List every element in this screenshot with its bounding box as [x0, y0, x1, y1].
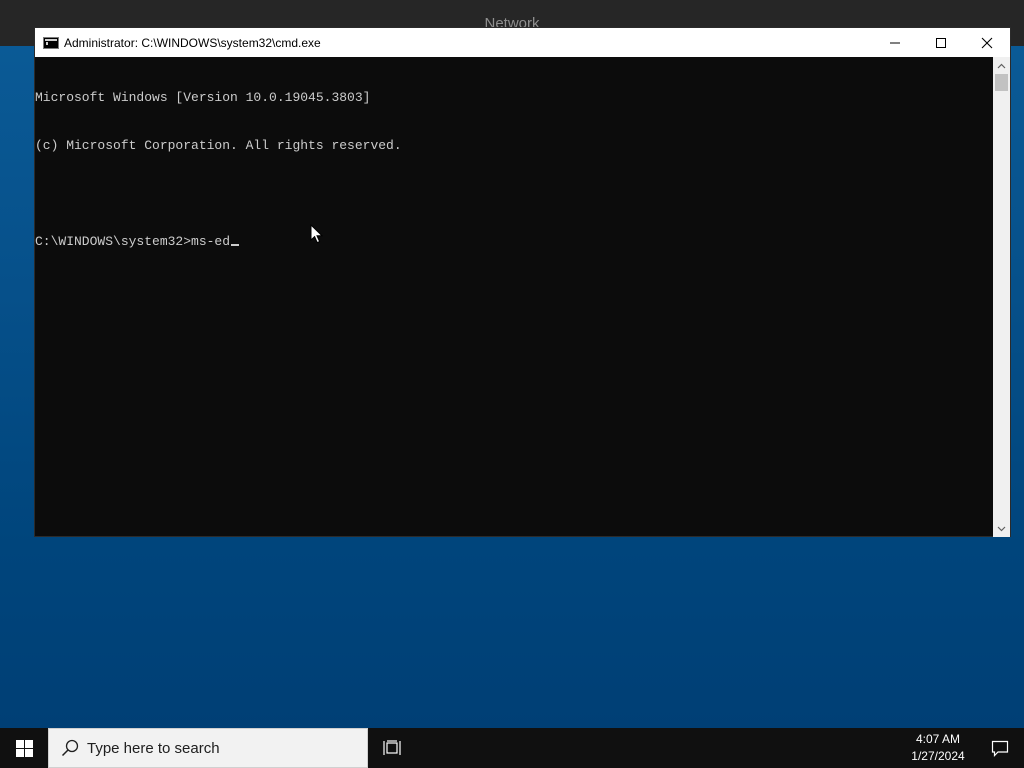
window-title: Administrator: C:\WINDOWS\system32\cmd.e… — [64, 35, 321, 50]
taskbar-clock[interactable]: 4:07 AM 1/27/2024 — [900, 728, 976, 768]
minimize-button[interactable] — [872, 28, 918, 57]
task-view-icon — [383, 740, 401, 755]
console-line: (c) Microsoft Corporation. All rights re… — [35, 138, 402, 153]
chevron-down-icon — [997, 526, 1006, 531]
windows-logo-icon — [15, 739, 33, 757]
window-controls — [872, 28, 1010, 57]
cmd-icon — [43, 36, 59, 49]
text-cursor — [231, 244, 240, 246]
cmd-window[interactable]: Administrator: C:\WINDOWS\system32\cmd.e… — [34, 27, 1011, 537]
console-prompt-input[interactable]: C:\WINDOWS\system32>ms-ed — [35, 234, 230, 249]
mouse-pointer-icon — [310, 224, 324, 244]
vertical-scrollbar[interactable] — [993, 57, 1010, 537]
maximize-icon — [936, 37, 946, 48]
cmd-titlebar[interactable]: Administrator: C:\WINDOWS\system32\cmd.e… — [35, 28, 1010, 57]
console-output[interactable]: Microsoft Windows [Version 10.0.19045.38… — [35, 57, 995, 537]
clock-date: 1/27/2024 — [911, 749, 965, 763]
maximize-button[interactable] — [918, 28, 964, 57]
clock-time: 4:07 AM — [915, 732, 961, 746]
scroll-up-button[interactable] — [993, 57, 1010, 74]
taskbar-search-box[interactable]: Type here to search — [48, 728, 368, 768]
notification-icon — [991, 740, 1009, 757]
scroll-down-button[interactable] — [993, 520, 1010, 537]
search-placeholder: Type here to search — [87, 739, 220, 757]
task-view-button[interactable] — [370, 728, 414, 768]
close-icon — [981, 37, 993, 48]
scroll-thumb[interactable] — [995, 74, 1008, 91]
chevron-up-icon — [997, 63, 1006, 68]
action-center-button[interactable] — [976, 728, 1024, 768]
close-button[interactable] — [964, 28, 1010, 57]
taskbar: Type here to search 4:07 AM 1/27/2024 — [0, 728, 1024, 768]
console-prompt-line: C:\WINDOWS\system32>ms-ed — [35, 234, 995, 250]
minimize-icon — [890, 42, 900, 43]
console-line: Microsoft Windows [Version 10.0.19045.38… — [35, 90, 371, 105]
start-button[interactable] — [0, 728, 48, 768]
search-icon — [61, 739, 79, 757]
